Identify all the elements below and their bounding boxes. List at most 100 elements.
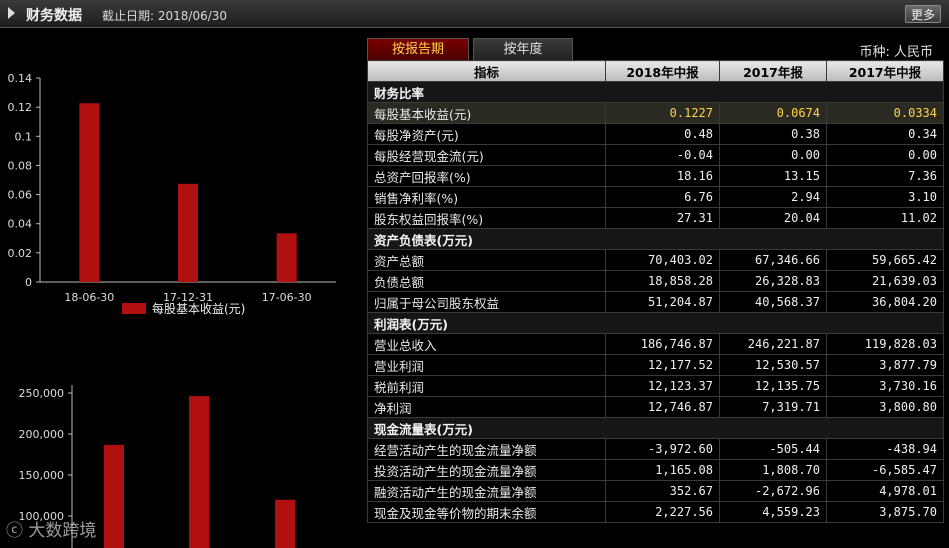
y-tick-label: 200,000	[19, 428, 65, 441]
y-tick-label: 0.02	[8, 247, 33, 260]
cell-value: 21,639.03	[826, 270, 944, 292]
column-header: 指标	[367, 60, 606, 82]
row-label: 营业总收入	[367, 333, 606, 355]
y-tick-label: 0.06	[8, 189, 33, 202]
bar	[275, 499, 295, 548]
cell-value: 3,875.70	[826, 501, 944, 523]
cell-value: 51,204.87	[605, 291, 720, 313]
row-label: 税前利润	[367, 375, 606, 397]
bar	[276, 233, 297, 282]
cell-value: 3,800.80	[826, 396, 944, 418]
cell-value: 4,559.23	[719, 501, 827, 523]
bar	[104, 444, 124, 548]
cell-value: 27.31	[605, 207, 720, 229]
row-label: 投资活动产生的现金流量净额	[367, 459, 606, 481]
cell-value: -3,972.60	[605, 438, 720, 460]
row-label: 销售净利率(%)	[367, 186, 606, 208]
table-section-row: 资产负债表(万元)	[367, 228, 944, 250]
cell-value: 20.04	[719, 207, 827, 229]
table-row: 每股基本收益(元) 0.1227 0.0674 0.0334	[367, 102, 944, 124]
watermark-icon: ⓒ	[6, 521, 23, 541]
cell-value: 0.48	[605, 123, 720, 145]
watermark-logo: ⓒ 大数跨境	[6, 516, 96, 541]
table-row: 税前利润 12,123.37 12,135.75 3,730.16	[367, 375, 944, 397]
cell-value: 12,177.52	[605, 354, 720, 376]
row-label: 现金及现金等价物的期末余额	[367, 501, 606, 523]
section-title: 财务比率	[367, 81, 944, 103]
column-header: 2017年中报	[826, 60, 944, 82]
cutoff-date: 截止日期: 2018/06/30	[102, 9, 228, 23]
cell-value: 0.0334	[826, 102, 944, 124]
cell-value: 7,319.71	[719, 396, 827, 418]
bar	[178, 183, 198, 282]
cell-value: 2,227.56	[605, 501, 720, 523]
cell-value: 186,746.87	[605, 333, 720, 355]
cell-value: -6,585.47	[826, 459, 944, 481]
panel-title: 财务数据	[26, 8, 82, 24]
cell-value: 0.00	[826, 144, 944, 166]
y-tick-label: 0.12	[8, 101, 33, 114]
cell-value: 1,808.70	[719, 459, 827, 481]
row-label: 总资产回报率(%)	[367, 165, 606, 187]
column-header: 2017年报	[719, 60, 827, 82]
table-row: 融资活动产生的现金流量净额 352.67 -2,672.96 4,978.01	[367, 480, 944, 502]
collapse-arrow-icon[interactable]	[8, 7, 15, 19]
tab-by-report-period[interactable]: 按报告期	[367, 38, 469, 60]
cell-value: 59,665.42	[826, 249, 944, 271]
cell-value: 0.38	[719, 123, 827, 145]
row-label: 负债总额	[367, 270, 606, 292]
cell-value: 18,858.28	[605, 270, 720, 292]
cell-value: 2.94	[719, 186, 827, 208]
y-tick-label: 0.08	[8, 159, 33, 172]
table-row: 净利润 12,746.87 7,319.71 3,800.80	[367, 396, 944, 418]
y-tick-label: 0	[25, 276, 32, 289]
cell-value: 36,804.20	[826, 291, 944, 313]
table-section-row: 现金流量表(万元)	[367, 417, 944, 439]
cell-value: 119,828.03	[826, 333, 944, 355]
cell-value: 246,221.87	[719, 333, 827, 355]
cell-value: 12,746.87	[605, 396, 720, 418]
bar	[189, 396, 209, 548]
cell-value: 3,877.79	[826, 354, 944, 376]
table-section-row: 财务比率	[367, 81, 944, 103]
cell-value: 6.76	[605, 186, 720, 208]
table-row: 每股净资产(元) 0.48 0.38 0.34	[367, 123, 944, 145]
panel-header: 财务数据 截止日期: 2018/06/30 更多	[0, 0, 949, 28]
cell-value: -0.04	[605, 144, 720, 166]
bar	[79, 103, 100, 282]
cell-value: 1,165.08	[605, 459, 720, 481]
row-label: 每股经营现金流(元)	[367, 144, 606, 166]
cell-value: 7.36	[826, 165, 944, 187]
row-label: 净利润	[367, 396, 606, 418]
x-tick-label: 18-06-30	[64, 291, 114, 304]
legend-label: 每股基本收益(元)	[152, 301, 245, 316]
y-tick-label: 0.14	[8, 72, 33, 85]
cell-value: 40,568.37	[719, 291, 827, 313]
table-row: 资产总额 70,403.02 67,346.66 59,665.42	[367, 249, 944, 271]
row-label: 融资活动产生的现金流量净额	[367, 480, 606, 502]
y-tick-label: 250,000	[19, 387, 65, 400]
table-header-row: 指标 2018年中报 2017年报 2017年中报	[367, 60, 944, 82]
table-row: 销售净利率(%) 6.76 2.94 3.10	[367, 186, 944, 208]
cell-value: -438.94	[826, 438, 944, 460]
table-row: 负债总额 18,858.28 26,328.83 21,639.03	[367, 270, 944, 292]
y-tick-label: 0.1	[15, 130, 33, 143]
cell-value: 12,530.57	[719, 354, 827, 376]
y-tick-label: 0.04	[8, 218, 33, 231]
y-tick-label: 150,000	[19, 469, 65, 482]
section-title: 现金流量表(万元)	[367, 417, 944, 439]
tab-by-year[interactable]: 按年度	[473, 38, 573, 60]
row-label: 股东权益回报率(%)	[367, 207, 606, 229]
cell-value: 12,123.37	[605, 375, 720, 397]
table-row: 总资产回报率(%) 18.16 13.15 7.36	[367, 165, 944, 187]
section-title: 资产负债表(万元)	[367, 228, 944, 250]
currency-label: 币种: 人民币	[859, 45, 933, 60]
section-title: 利润表(万元)	[367, 312, 944, 334]
x-tick-label: 17-06-30	[262, 291, 312, 304]
more-button[interactable]: 更多	[905, 5, 941, 23]
cell-value: 12,135.75	[719, 375, 827, 397]
row-label: 经营活动产生的现金流量净额	[367, 438, 606, 460]
table-section-row: 利润表(万元)	[367, 312, 944, 334]
cell-value: 0.34	[826, 123, 944, 145]
table-row: 归属于母公司股东权益 51,204.87 40,568.37 36,804.20	[367, 291, 944, 313]
